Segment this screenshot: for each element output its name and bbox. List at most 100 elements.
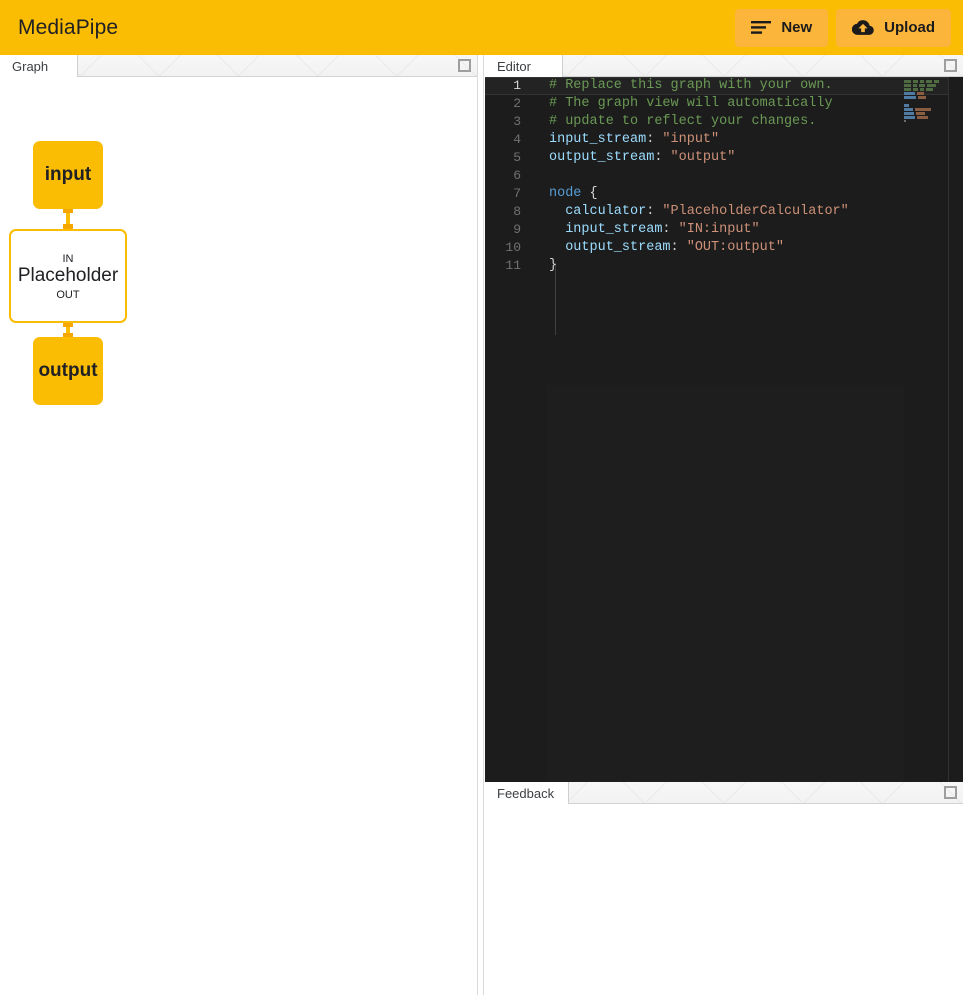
token-prop: input_stream bbox=[549, 222, 662, 237]
app-title: MediaPipe bbox=[18, 16, 118, 40]
code-line[interactable]: 6 bbox=[485, 167, 963, 185]
minimap-block bbox=[904, 88, 911, 91]
minimap-row bbox=[904, 112, 948, 115]
header-actions: New Upload bbox=[735, 9, 951, 47]
tab-editor[interactable]: Editor bbox=[485, 55, 563, 77]
minimap-block bbox=[904, 92, 915, 95]
minimap-block bbox=[918, 96, 926, 99]
code-lines[interactable]: 1 # Replace this graph with your own. 2# T… bbox=[485, 77, 963, 275]
new-button-label: New bbox=[781, 19, 812, 36]
minimap-block bbox=[920, 80, 924, 83]
graph-maximize-icon[interactable] bbox=[458, 59, 471, 72]
code-line[interactable]: 3# update to reflect your changes. bbox=[485, 113, 963, 131]
tab-graph[interactable]: Graph bbox=[0, 55, 78, 77]
token-prop: output_stream bbox=[549, 240, 671, 255]
graph-tabstrip: Graph bbox=[0, 55, 477, 77]
token-comment: # Replace this graph with your own. bbox=[549, 78, 833, 93]
line-number: 11 bbox=[485, 257, 531, 275]
line-number: 10 bbox=[485, 239, 531, 257]
minimap-row bbox=[904, 108, 948, 111]
code-line[interactable]: 9 input_stream: "IN:input" bbox=[485, 221, 963, 239]
minimap-block bbox=[919, 84, 925, 87]
graph-node-placeholder-label: Placeholder bbox=[11, 231, 125, 321]
minimap-block bbox=[904, 116, 915, 119]
code-text: node { bbox=[531, 185, 598, 203]
minimap-block bbox=[904, 104, 909, 107]
code-area[interactable]: 1 # Replace this graph with your own. 2# T… bbox=[485, 77, 963, 782]
token-key: node bbox=[549, 186, 581, 201]
token-punc: { bbox=[581, 186, 597, 201]
minimap-block bbox=[916, 112, 925, 115]
minimap-row bbox=[904, 92, 948, 95]
editor-tabstrip: Editor bbox=[485, 55, 963, 77]
code-text: input_stream: "IN:input" bbox=[531, 221, 760, 239]
token-str: "OUT:output" bbox=[687, 240, 784, 255]
graph-node-output[interactable]: output bbox=[33, 337, 103, 405]
minimap-block bbox=[904, 100, 906, 103]
minimap-block bbox=[927, 84, 936, 87]
line-number: 1 bbox=[485, 77, 531, 95]
token-punc: : bbox=[671, 240, 687, 255]
minimap-block bbox=[904, 96, 916, 99]
code-text: calculator: "PlaceholderCalculator" bbox=[531, 203, 849, 221]
minimap-block bbox=[934, 80, 939, 83]
minimap-row bbox=[904, 120, 948, 122]
code-text: } bbox=[531, 257, 557, 275]
editor-panel: Editor 1 # Replace this graph with your o… bbox=[485, 55, 963, 782]
line-number: 7 bbox=[485, 185, 531, 203]
token-str: "input" bbox=[662, 132, 719, 147]
line-number: 3 bbox=[485, 113, 531, 131]
code-line[interactable]: 1 # Replace this graph with your own. bbox=[485, 77, 963, 95]
code-line[interactable]: 10 output_stream: "OUT:output" bbox=[485, 239, 963, 257]
code-line[interactable]: 11} bbox=[485, 257, 963, 275]
code-text: output_stream: "output" bbox=[531, 149, 735, 167]
feedback-panel: Feedback bbox=[485, 782, 963, 995]
token-punc: : bbox=[654, 150, 670, 165]
minimap-block bbox=[915, 108, 931, 111]
graph-node-output-label: output bbox=[38, 360, 97, 382]
code-line[interactable]: 4input_stream: "input" bbox=[485, 131, 963, 149]
code-line[interactable]: 2# The graph view will automatically bbox=[485, 95, 963, 113]
code-line[interactable]: 8 calculator: "PlaceholderCalculator" bbox=[485, 203, 963, 221]
editor-vertical-scrollbar[interactable] bbox=[949, 77, 963, 782]
minimap-block bbox=[913, 84, 917, 87]
minimap-row bbox=[904, 80, 948, 83]
code-editor[interactable]: 1 # Replace this graph with your own. 2# T… bbox=[485, 77, 963, 782]
line-number: 6 bbox=[485, 167, 531, 185]
line-number: 2 bbox=[485, 95, 531, 113]
minimap-block bbox=[913, 88, 918, 91]
upload-button[interactable]: Upload bbox=[836, 9, 951, 47]
editor-maximize-icon[interactable] bbox=[944, 59, 957, 72]
vertical-splitter[interactable] bbox=[477, 55, 484, 995]
graph-node-out-port-label: OUT bbox=[11, 289, 125, 301]
line-number: 9 bbox=[485, 221, 531, 239]
minimap-row bbox=[904, 104, 948, 107]
token-prop: calculator bbox=[549, 204, 646, 219]
editor-minimap[interactable] bbox=[904, 80, 948, 122]
minimap-block bbox=[904, 108, 913, 111]
upload-button-label: Upload bbox=[884, 19, 935, 36]
tab-feedback[interactable]: Feedback bbox=[485, 782, 569, 804]
minimap-row bbox=[904, 96, 948, 99]
minimap-block bbox=[904, 80, 911, 83]
app-header: MediaPipe New Upload bbox=[0, 0, 963, 55]
line-number: 4 bbox=[485, 131, 531, 149]
feedback-maximize-icon[interactable] bbox=[944, 786, 957, 799]
minimap-block bbox=[917, 92, 924, 95]
graph-canvas[interactable]: input IN Placeholder OUT output bbox=[0, 77, 477, 995]
minimap-block bbox=[917, 116, 928, 119]
code-text: # The graph view will automatically bbox=[531, 95, 833, 113]
token-str: "output" bbox=[671, 150, 736, 165]
line-number: 5 bbox=[485, 149, 531, 167]
minimap-row bbox=[904, 84, 948, 87]
minimap-row bbox=[904, 100, 948, 103]
graph-node-placeholder[interactable]: IN Placeholder OUT bbox=[9, 229, 127, 323]
code-line[interactable]: 7node { bbox=[485, 185, 963, 203]
graph-node-input-label: input bbox=[45, 164, 91, 186]
new-button[interactable]: New bbox=[735, 9, 828, 47]
graph-node-input[interactable]: input bbox=[33, 141, 103, 209]
minimap-block bbox=[904, 120, 906, 122]
token-punc: : bbox=[646, 204, 662, 219]
code-line[interactable]: 5output_stream: "output" bbox=[485, 149, 963, 167]
minimap-row bbox=[904, 88, 948, 91]
